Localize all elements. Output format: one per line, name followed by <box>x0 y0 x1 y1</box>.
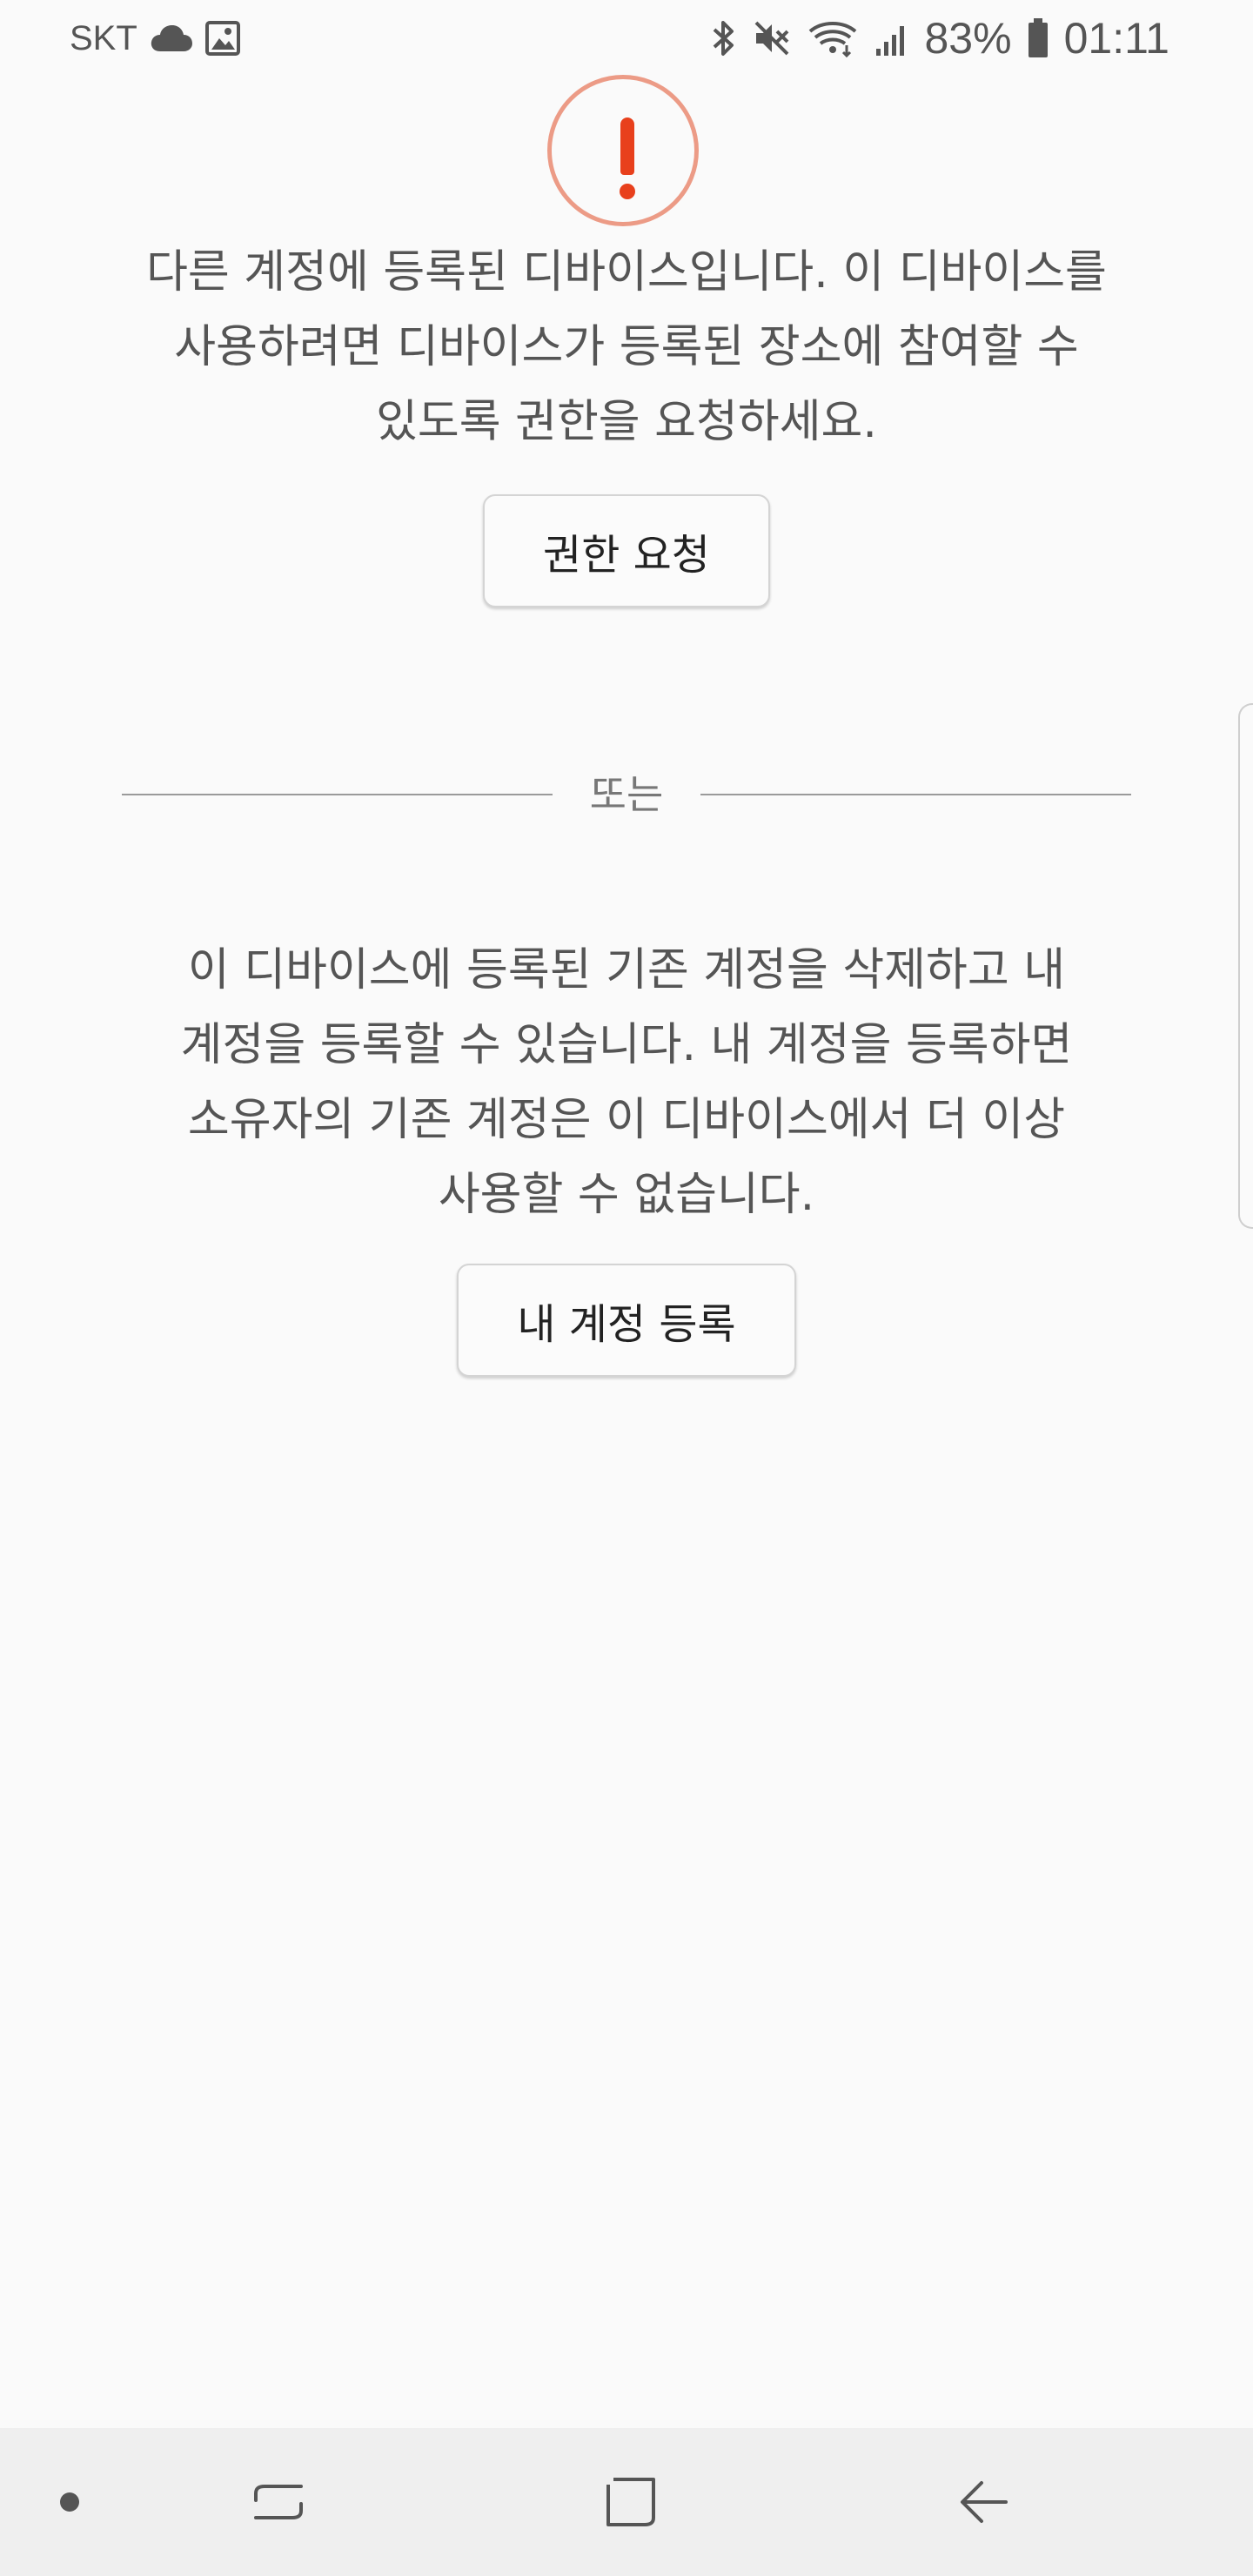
message-line: 있도록 권한을 요청하세요. <box>376 396 877 448</box>
divider-line-left <box>122 794 553 795</box>
register-account-message: 이 디바이스에 등록된 기존 계정을 삭제하고 내 계정을 등록할 수 있습니다… <box>96 933 1157 1232</box>
message-line: 소유자의 기존 계정은 이 디바이스에서 더 이상 <box>187 1094 1066 1146</box>
status-bar: SKT 83% 01:11 <box>0 0 1253 78</box>
bluetooth-icon <box>711 19 737 57</box>
signal-icon <box>874 19 909 57</box>
message-line: 계정을 등록할 수 있습니다. 내 계정을 등록하면 <box>180 1019 1073 1071</box>
status-left: SKT <box>70 14 240 63</box>
message-line: 이 디바이스에 등록된 기존 계정을 삭제하고 내 <box>187 944 1066 996</box>
message-line: 사용할 수 없습니다. <box>438 1169 815 1221</box>
carrier-label: SKT <box>70 18 137 57</box>
registered-device-message: 다른 계정에 등록된 디바이스입니다. 이 디바이스를 사용하려면 디바이스가 … <box>96 235 1157 460</box>
image-icon <box>204 21 240 56</box>
clock: 01:11 <box>1063 14 1169 63</box>
cloud-icon <box>150 23 193 53</box>
divider-line-right <box>700 794 1131 795</box>
request-permission-button[interactable]: 권한 요청 <box>483 494 770 607</box>
home-icon[interactable] <box>587 2428 674 2576</box>
warning-icon <box>547 75 699 226</box>
battery-percent: 83% <box>924 14 1012 63</box>
status-right: 83% 01:11 <box>711 12 1169 64</box>
recents-icon[interactable] <box>235 2428 322 2576</box>
mute-icon <box>753 19 791 57</box>
navigation-bar <box>0 2428 1253 2576</box>
back-icon[interactable] <box>940 2428 1027 2576</box>
edge-panel-handle[interactable] <box>1238 703 1253 1229</box>
register-my-account-button[interactable]: 내 계정 등록 <box>457 1264 796 1377</box>
wifi-icon <box>807 19 859 57</box>
battery-icon <box>1028 18 1049 58</box>
exclamation-bar <box>620 117 634 175</box>
or-divider-label: 또는 <box>589 771 664 818</box>
message-line: 다른 계정에 등록된 디바이스입니다. 이 디바이스를 <box>146 246 1107 299</box>
exclamation-dot <box>620 184 635 199</box>
message-line: 사용하려면 디바이스가 등록된 장소에 참여할 수 <box>174 321 1079 373</box>
nav-dot-icon[interactable] <box>35 2428 104 2576</box>
